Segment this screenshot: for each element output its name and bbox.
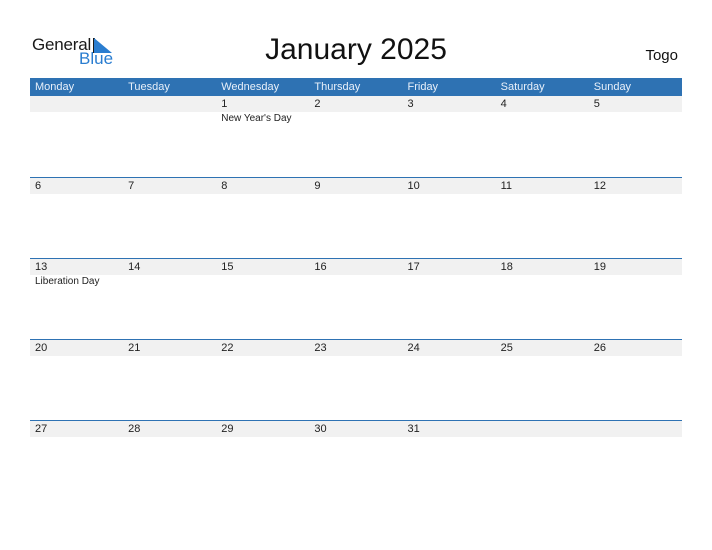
page-title: January 2025 xyxy=(265,33,447,66)
day-cell: 14 xyxy=(123,259,216,289)
day-cell: 22 xyxy=(216,340,309,356)
day-cell: 17 xyxy=(403,259,496,289)
week-cells: 13 Liberation Day 14 15 16 17 18 19 xyxy=(30,259,682,289)
day-number: 14 xyxy=(128,261,141,273)
day-number: 28 xyxy=(128,423,141,435)
week-cells: 20 21 22 23 24 25 26 xyxy=(30,340,682,356)
day-cell: 30 xyxy=(309,421,402,437)
day-cell: 26 xyxy=(589,340,682,356)
weeks-container: 1 New Year's Day 2 3 4 5 6 7 8 9 10 11 12 13 Liberatio… xyxy=(30,96,682,501)
calendar-grid: Monday Tuesday Wednesday Thursday Friday… xyxy=(30,78,682,501)
day-number: 22 xyxy=(221,342,234,354)
country-label: Togo xyxy=(645,47,678,64)
day-cell: 29 xyxy=(216,421,309,437)
day-cell: 13 Liberation Day xyxy=(30,259,123,289)
week-row: 20 21 22 23 24 25 26 xyxy=(30,339,682,420)
day-number: 4 xyxy=(500,98,507,110)
day-cell: 9 xyxy=(309,178,402,194)
day-cell: 23 xyxy=(309,340,402,356)
day-number xyxy=(35,96,123,112)
day-cell: 6 xyxy=(30,178,123,194)
weekday-monday: Monday xyxy=(35,81,75,93)
day-number: 9 xyxy=(314,180,321,192)
week-row: 13 Liberation Day 14 15 16 17 18 19 xyxy=(30,258,682,339)
day-number: 3 xyxy=(407,98,414,110)
weekday-friday: Friday xyxy=(407,81,439,93)
day-cell: 25 xyxy=(496,340,589,356)
day-number: 27 xyxy=(35,423,48,435)
weekday-wednesday: Wednesday xyxy=(221,81,280,93)
day-cell: 2 xyxy=(309,96,402,126)
day-number xyxy=(594,421,682,437)
day-number: 10 xyxy=(407,180,420,192)
day-number: 13 xyxy=(35,261,48,273)
week-row: 27 28 29 30 31 xyxy=(30,420,682,501)
day-cell: 8 xyxy=(216,178,309,194)
day-number: 15 xyxy=(221,261,234,273)
day-cell xyxy=(123,96,216,126)
day-number: 30 xyxy=(314,423,327,435)
day-cell: 4 xyxy=(496,96,589,126)
day-number: 11 xyxy=(500,180,513,192)
day-number: 16 xyxy=(314,261,327,273)
day-cell xyxy=(589,421,682,437)
weekday-header: Monday Tuesday Wednesday Thursday Friday… xyxy=(30,78,682,96)
day-number: 25 xyxy=(500,342,513,354)
day-cell: 7 xyxy=(123,178,216,194)
day-number: 8 xyxy=(221,180,228,192)
day-number: 7 xyxy=(128,180,135,192)
day-number: 6 xyxy=(35,180,42,192)
weekday-saturday: Saturday xyxy=(500,81,545,93)
week-cells: 27 28 29 30 31 xyxy=(30,421,682,437)
day-number xyxy=(128,96,216,112)
day-number: 24 xyxy=(407,342,420,354)
day-cell: 28 xyxy=(123,421,216,437)
day-number: 19 xyxy=(593,261,606,273)
day-cell: 27 xyxy=(30,421,123,437)
day-number: 12 xyxy=(593,180,606,192)
day-cell: 19 xyxy=(589,259,682,289)
weekday-thursday: Thursday xyxy=(314,81,361,93)
day-number: 20 xyxy=(35,342,48,354)
day-cell: 16 xyxy=(309,259,402,289)
week-cells: 1 New Year's Day 2 3 4 5 xyxy=(30,96,682,126)
holiday-label: New Year's Day xyxy=(221,113,292,124)
weekday-tuesday: Tuesday xyxy=(128,81,170,93)
weekday-sunday: Sunday xyxy=(593,81,632,93)
week-row: 6 7 8 9 10 11 12 xyxy=(30,177,682,258)
day-cell: 24 xyxy=(403,340,496,356)
day-number: 21 xyxy=(128,342,141,354)
day-number: 29 xyxy=(221,423,234,435)
day-cell: 5 xyxy=(589,96,682,126)
holiday-label: Liberation Day xyxy=(35,276,100,287)
day-cell: 31 xyxy=(403,421,496,437)
day-cell: 21 xyxy=(123,340,216,356)
day-number: 31 xyxy=(407,423,420,435)
day-cell xyxy=(496,421,589,437)
day-number: 17 xyxy=(407,261,420,273)
day-cell: 12 xyxy=(589,178,682,194)
day-cell: 1 New Year's Day xyxy=(216,96,309,126)
day-cell: 3 xyxy=(403,96,496,126)
week-cells: 6 7 8 9 10 11 12 xyxy=(30,178,682,194)
week-row: 1 New Year's Day 2 3 4 5 xyxy=(30,96,682,177)
day-number: 26 xyxy=(593,342,606,354)
day-number xyxy=(501,421,589,437)
day-number: 23 xyxy=(314,342,327,354)
day-cell: 20 xyxy=(30,340,123,356)
day-cell: 11 xyxy=(496,178,589,194)
day-cell: 18 xyxy=(496,259,589,289)
day-cell xyxy=(30,96,123,126)
day-number: 1 xyxy=(221,98,228,110)
day-number: 2 xyxy=(314,98,321,110)
day-number: 18 xyxy=(500,261,513,273)
day-cell: 10 xyxy=(403,178,496,194)
day-number: 5 xyxy=(593,98,600,110)
day-cell: 15 xyxy=(216,259,309,289)
